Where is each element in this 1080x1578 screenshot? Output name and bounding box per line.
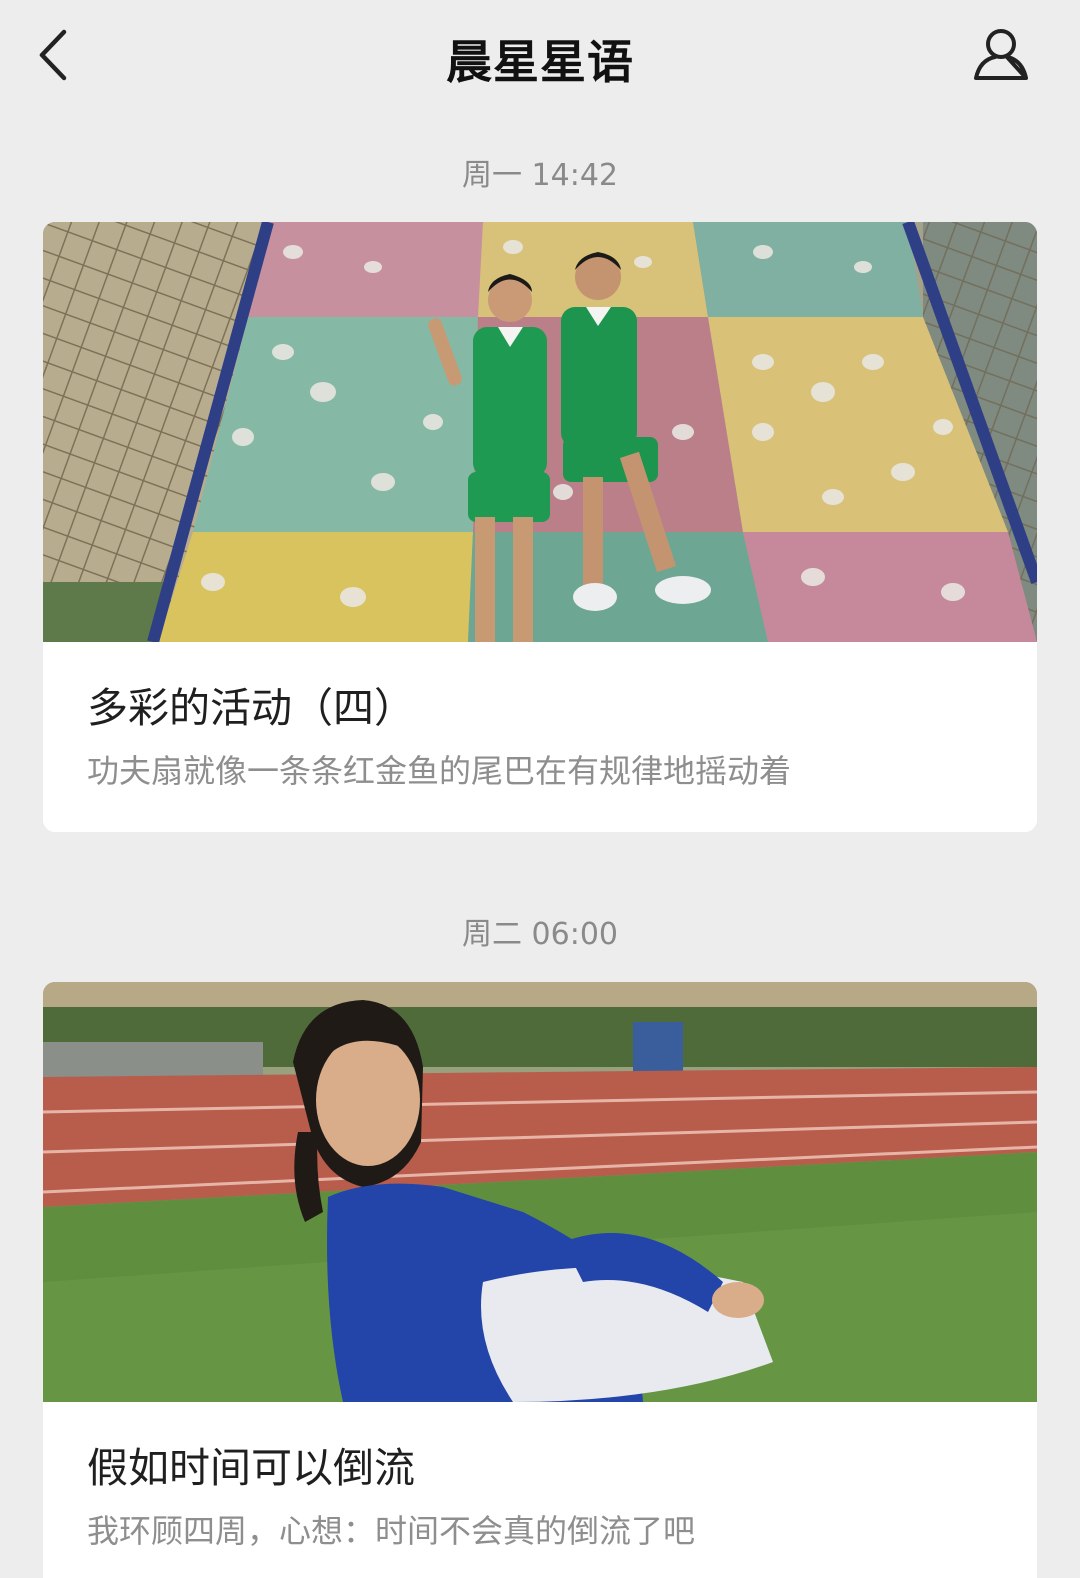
article-digest: 我环顾四周，心想：时间不会真的倒流了吧 (87, 1512, 696, 1550)
article-cover-image (43, 982, 1037, 1402)
message-time: 周一 14:42 (462, 158, 618, 193)
article-list-screen: 晨星星语 周一 14:42 多彩的活动（四） 功夫扇就像一条条红金鱼的尾巴在有规… (0, 0, 1080, 1578)
article-digest: 功夫扇就像一条条红金鱼的尾巴在有规律地摇动着 (87, 752, 792, 790)
page-title: 晨星星语 (446, 35, 634, 89)
article-card[interactable]: 假如时间可以倒流 我环顾四周，心想：时间不会真的倒流了吧 (43, 982, 1037, 1578)
user-icon (974, 29, 1028, 80)
article-card[interactable]: 多彩的活动（四） 功夫扇就像一条条红金鱼的尾巴在有规律地摇动着 (43, 222, 1037, 832)
article-title: 多彩的活动（四） (87, 684, 415, 732)
article-cover-image (43, 222, 1037, 642)
profile-button[interactable] (966, 22, 1036, 88)
message-time: 周二 06:00 (462, 917, 618, 952)
article-title: 假如时间可以倒流 (87, 1444, 415, 1492)
top-bar: 晨星星语 (0, 0, 1080, 115)
